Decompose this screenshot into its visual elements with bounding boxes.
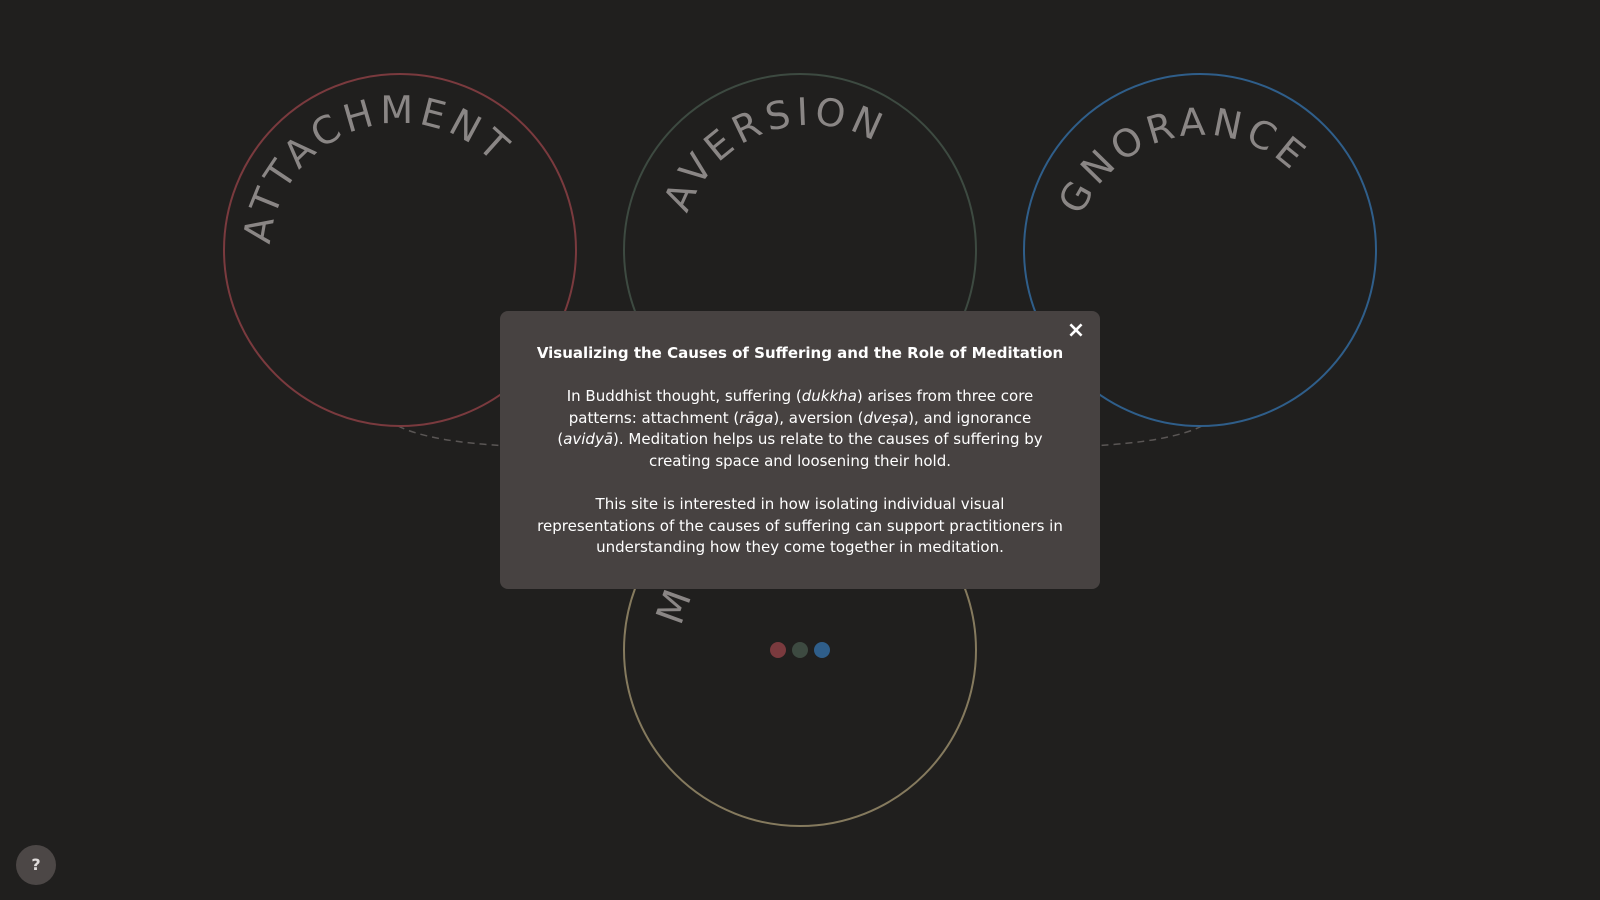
connector-attachment: [397, 425, 511, 447]
para1-text-3: ), aversion (: [773, 408, 864, 427]
para1-text-5: ). Meditation helps us relate to the cau…: [613, 430, 1043, 470]
help-button[interactable]: ?: [16, 845, 56, 885]
canvas: ATTACHMENT AVERSION IGNORANCE MEDITATION…: [0, 0, 1600, 900]
label-attachment-text: ATTACHMENT: [235, 88, 516, 246]
term-raga: rāga: [739, 408, 774, 427]
label-aversion: AVERSION: [655, 89, 894, 217]
label-ignorance-text: IGNORANCE: [0, 0, 1312, 221]
term-avidya: avidyā: [563, 430, 614, 448]
para1-text-1: In Buddhist thought, suffering (: [566, 387, 802, 405]
term-dukkha: dukkha: [801, 387, 857, 405]
dot-attachment: [770, 642, 786, 658]
term-dvesa: dveṣa: [863, 408, 909, 427]
modal-title: Visualizing the Causes of Suffering and …: [536, 344, 1064, 362]
connector-ignorance: [1089, 425, 1203, 447]
dot-aversion: [792, 642, 808, 658]
close-button[interactable]: ×: [1066, 320, 1086, 342]
label-attachment: ATTACHMENT: [235, 88, 521, 246]
modal-paragraph-1: In Buddhist thought, suffering (dukkha) …: [536, 386, 1064, 472]
label-aversion-text: AVERSION: [655, 89, 889, 217]
modal-paragraph-2: This site is interested in how isolating…: [537, 495, 1063, 556]
label-ignorance: IGNORANCE: [0, 0, 1317, 221]
intro-modal: × Visualizing the Causes of Suffering an…: [500, 311, 1100, 589]
dot-ignorance: [814, 642, 830, 658]
